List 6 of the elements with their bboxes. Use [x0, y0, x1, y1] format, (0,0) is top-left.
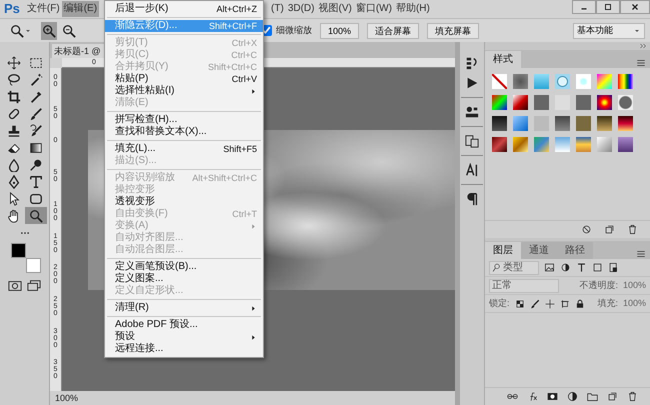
- zoom-level: 100%: [55, 393, 78, 403]
- lock-label: 锁定:: [489, 296, 510, 310]
- opacity-label: 不透明度:: [579, 278, 618, 292]
- app-logo: Ps: [3, 0, 21, 18]
- fine-zoom-label: 细微缩放: [276, 24, 312, 37]
- fill-label: 填充:: [597, 296, 618, 310]
